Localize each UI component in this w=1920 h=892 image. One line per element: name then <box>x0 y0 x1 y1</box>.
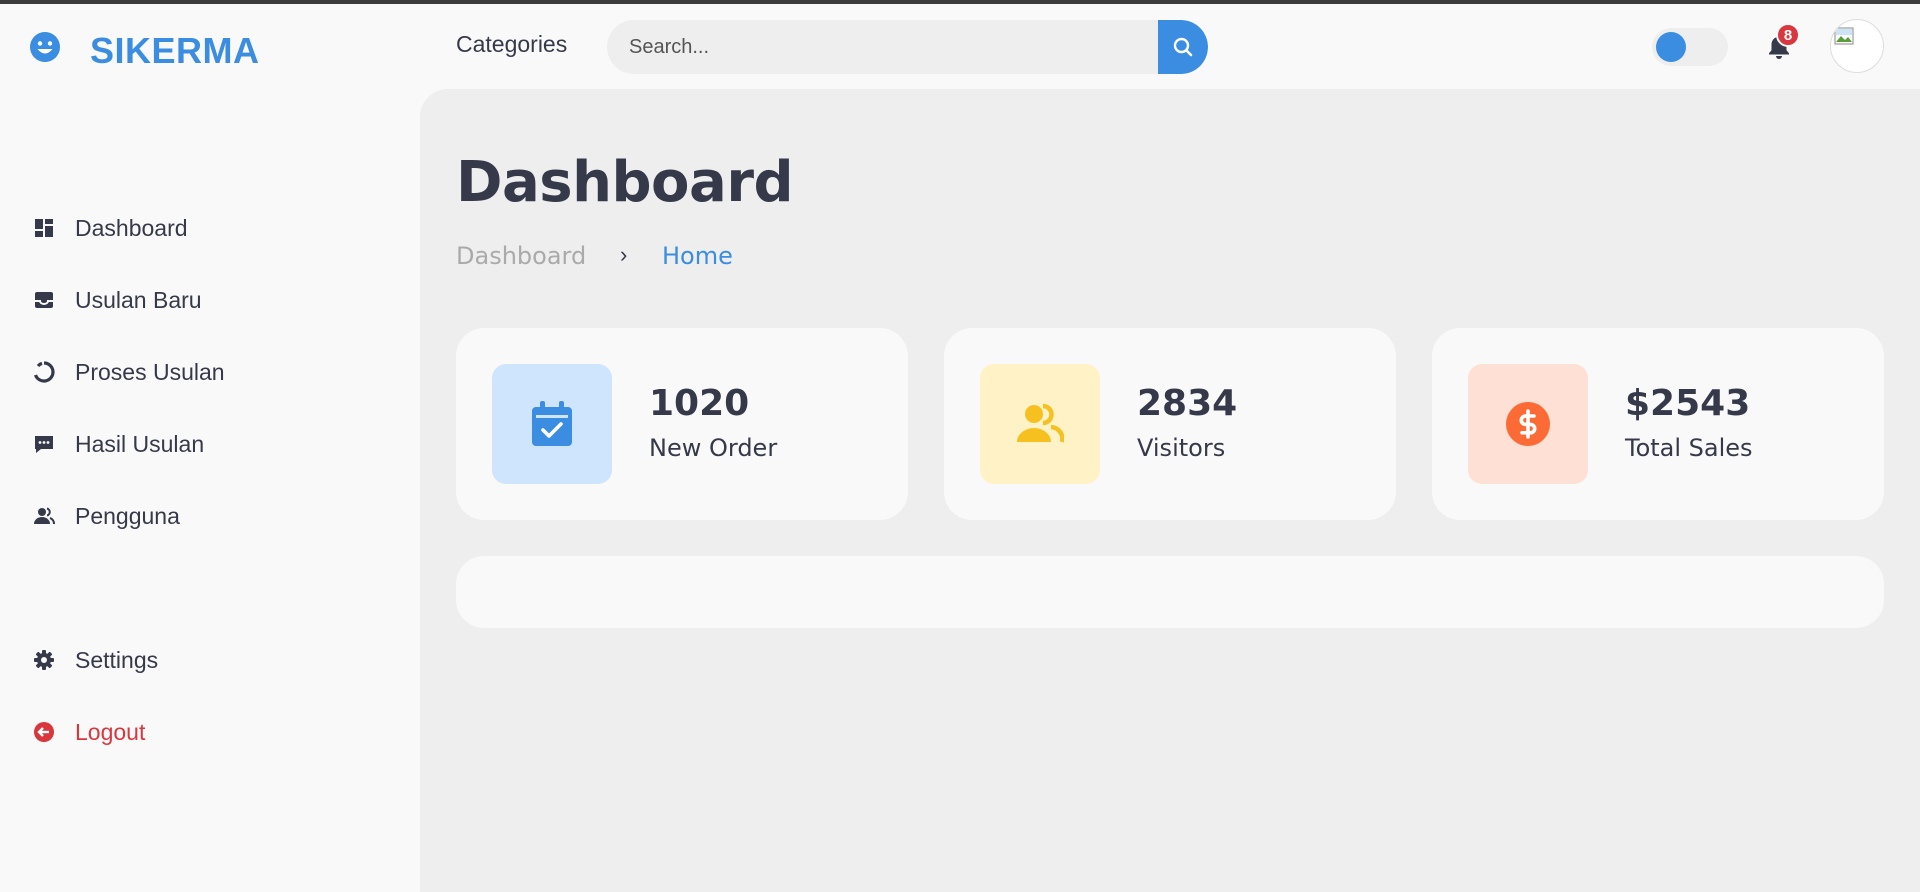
stat-value: $2543 <box>1625 383 1751 424</box>
brand-name: SIKERMA <box>90 30 260 71</box>
main-content: Dashboard Dashboard › Home 1020 New Orde… <box>420 89 1920 892</box>
sidebar-item-usulan-baru[interactable]: Usulan Baru <box>33 283 202 317</box>
stat-icon-box <box>1468 364 1588 484</box>
avatar[interactable] <box>1830 19 1884 73</box>
breadcrumb-current[interactable]: Home <box>662 242 733 270</box>
sidebar-item-label: Hasil Usulan <box>75 430 205 457</box>
group-icon <box>1017 403 1064 443</box>
categories-link[interactable]: Categories <box>456 31 567 58</box>
stat-label: New Order <box>649 434 778 462</box>
users-icon <box>34 507 55 525</box>
stat-label: Visitors <box>1137 434 1226 462</box>
sidebar-item-pengguna[interactable]: Pengguna <box>33 499 180 533</box>
search-button[interactable] <box>1158 20 1208 74</box>
stat-value: 1020 <box>649 383 750 424</box>
sidebar-item-label: Dashboard <box>75 214 188 241</box>
stat-card-total-sales: $2543 Total Sales <box>1432 328 1884 520</box>
stat-icon-box <box>980 364 1100 484</box>
notification-count-badge: 8 <box>1776 23 1800 47</box>
sidebar-item-label: Logout <box>75 718 146 745</box>
chevron-right-icon: › <box>620 242 628 267</box>
sidebar-item-label: Proses Usulan <box>75 358 225 385</box>
brand-logo[interactable]: SIKERMA <box>29 30 259 71</box>
sidebar-item-label: Settings <box>75 646 159 673</box>
inbox-icon <box>35 292 53 308</box>
gear-icon <box>34 650 54 670</box>
dollar-circle-icon <box>1506 402 1550 446</box>
stat-icon-box <box>492 364 612 484</box>
broken-image-icon <box>1834 27 1854 45</box>
sidebar-item-hasil-usulan[interactable]: Hasil Usulan <box>33 427 204 461</box>
theme-toggle[interactable] <box>1652 28 1728 66</box>
sidebar-item-label: Usulan Baru <box>75 286 202 313</box>
search-icon <box>1173 37 1193 57</box>
content-panel <box>456 556 1884 628</box>
stat-value: 2834 <box>1137 383 1238 424</box>
smiley-icon <box>30 32 60 62</box>
message-icon <box>35 436 53 453</box>
search-bar <box>607 20 1208 74</box>
stat-card-new-order: 1020 New Order <box>456 328 908 520</box>
sidebar-item-settings[interactable]: Settings <box>33 643 158 677</box>
sidebar-item-label: Pengguna <box>75 502 180 529</box>
sidebar-item-dashboard[interactable]: Dashboard <box>33 211 188 245</box>
page-title: Dashboard <box>456 150 794 215</box>
dashboard-icon <box>35 219 53 237</box>
toggle-knob <box>1656 32 1686 62</box>
logout-icon <box>34 722 54 742</box>
sidebar-item-proses-usulan[interactable]: Proses Usulan <box>33 355 225 389</box>
stat-card-visitors: 2834 Visitors <box>944 328 1396 520</box>
search-input[interactable] <box>607 20 1157 74</box>
loading-circle-icon <box>33 361 55 383</box>
calendar-check-icon <box>532 401 572 446</box>
stat-label: Total Sales <box>1625 434 1753 462</box>
sidebar: SIKERMA Dashboard Usulan Baru Proses Usu… <box>0 4 420 892</box>
sidebar-item-logout[interactable]: Logout <box>33 715 145 749</box>
breadcrumb-parent[interactable]: Dashboard <box>456 242 586 270</box>
